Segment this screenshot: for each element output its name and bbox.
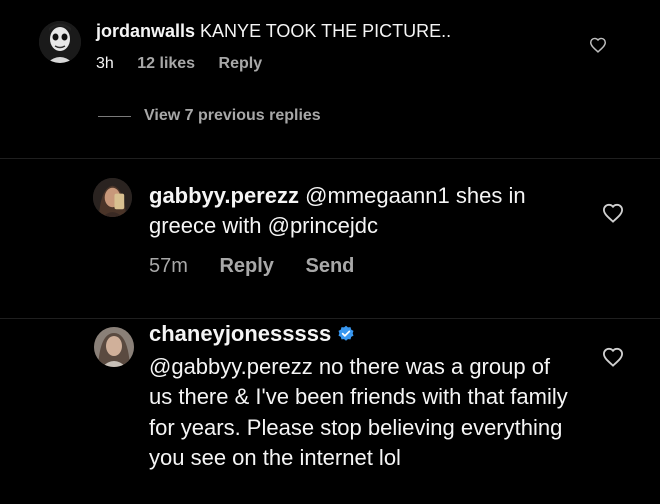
username[interactable]: chaneyjonesssss — [149, 321, 331, 346]
selfie-avatar-icon — [93, 178, 132, 217]
thread-line — [98, 116, 131, 117]
jordanwalls-avatar[interactable] — [39, 21, 81, 63]
comment-time: 57m — [149, 255, 188, 277]
profile-avatar-icon — [94, 327, 134, 367]
heart-outline-icon[interactable] — [602, 347, 624, 367]
comment-time: 3h — [96, 55, 114, 72]
comment-body: gabbyy.perezz @mmegaann1 shes in greece … — [149, 181, 579, 241]
comment-jordanwalls: jordanwalls KANYE TOOK THE PICTURE.. 3h … — [0, 0, 660, 158]
comment-chaneyjonesssss: chaneyjonesssss @gabbyy.perezz no there … — [0, 319, 660, 504]
reply-button[interactable]: Reply — [219, 255, 273, 277]
comment-gabbyy-perezz: gabbyy.perezz @mmegaann1 shes in greece … — [0, 159, 660, 318]
send-button[interactable]: Send — [306, 255, 355, 277]
comment-line: jordanwalls KANYE TOOK THE PICTURE.. — [96, 20, 451, 42]
reply-button[interactable]: Reply — [219, 55, 263, 72]
heart-outline-icon[interactable] — [589, 37, 607, 53]
username[interactable]: gabbyy.perezz — [149, 183, 299, 208]
comment-body: chaneyjonesssss @gabbyy.perezz no there … — [149, 319, 579, 474]
heart-outline-icon[interactable] — [602, 203, 624, 223]
chaneyjonesssss-avatar[interactable] — [94, 327, 134, 367]
comment-text: KANYE TOOK THE PICTURE.. — [200, 21, 452, 41]
view-previous-replies-button[interactable]: View 7 previous replies — [144, 106, 321, 126]
gabbyy-perezz-avatar[interactable] — [93, 178, 132, 217]
comment-meta: 3h 12 likes Reply — [96, 54, 281, 74]
masked-face-avatar-icon — [39, 21, 81, 63]
comment-meta: 57m Reply Send — [149, 254, 380, 278]
comment-text: @gabbyy.perezz no there was a group of u… — [149, 353, 568, 471]
likes-count[interactable]: 12 likes — [137, 55, 195, 72]
username[interactable]: jordanwalls — [96, 21, 195, 41]
verified-badge-icon — [337, 321, 355, 352]
